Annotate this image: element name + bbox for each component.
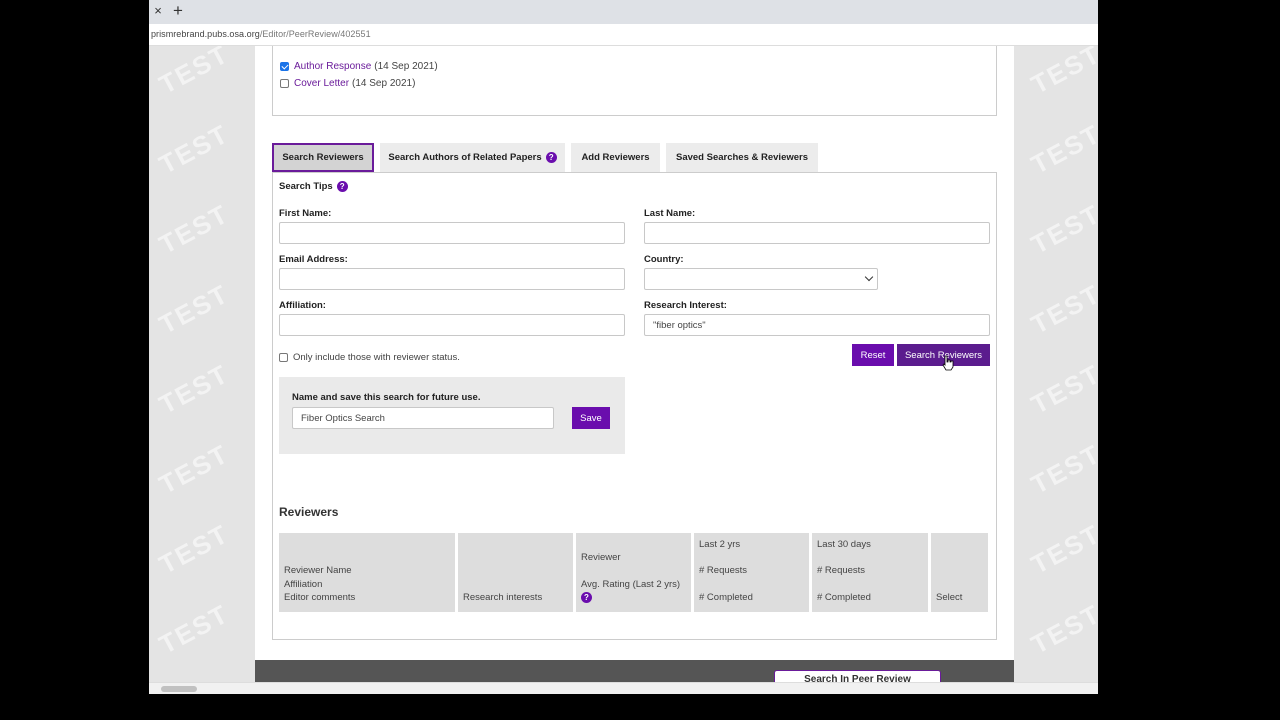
attachment-date: (14 Sep 2021) [352, 77, 416, 89]
search-reviewers-panel: Search Tips ? First Name: Last Name: Ema… [272, 172, 997, 640]
page-viewport: TEST TEST TEST TEST TEST TEST TEST TEST … [149, 46, 1098, 682]
attachments-box: Author Response (14 Sep 2021) Cover Lett… [272, 46, 997, 116]
watermark-text: TEST [1026, 118, 1098, 180]
save-search-box: Name and save this search for future use… [279, 377, 625, 454]
email-label: Email Address: [279, 254, 348, 265]
attachment-row: Cover Letter (14 Sep 2021) [280, 76, 415, 90]
watermark-text: TEST [1026, 518, 1098, 580]
column-header-text: Last 30 days [817, 539, 871, 550]
watermark-text: TEST [1026, 46, 1098, 100]
tab-saved-searches[interactable]: Saved Searches & Reviewers [666, 143, 818, 172]
footer-bar: Search In Peer Review [255, 660, 1014, 682]
search-tips[interactable]: Search Tips ? [279, 181, 348, 192]
column-header-text: # Requests [699, 565, 748, 576]
research-interest-input[interactable]: "fiber optics" [644, 314, 990, 336]
affiliation-label: Affiliation: [279, 300, 326, 311]
watermark-text: TEST [154, 358, 234, 420]
column-header-text: Editor comments [284, 592, 356, 603]
column-header-research-interests: Research interests [458, 533, 573, 612]
reset-button[interactable]: Reset [852, 344, 894, 366]
address-bar[interactable]: prismrebrand.pubs.osa.org/Editor/PeerRev… [149, 24, 1098, 46]
tab-saved-searches-label: Saved Searches & Reviewers [675, 152, 809, 163]
attachment-link-author-response[interactable]: Author Response [294, 61, 371, 72]
search-in-peer-review-button[interactable]: Search In Peer Review [774, 670, 941, 682]
country-label: Country: [644, 254, 684, 265]
close-tab-icon[interactable]: × [151, 3, 165, 21]
url-text[interactable]: prismrebrand.pubs.osa.org/Editor/PeerRev… [151, 29, 371, 39]
search-tips-label: Search Tips [279, 181, 333, 192]
attachment-link-cover-letter[interactable]: Cover Letter [294, 78, 349, 89]
tab-add-reviewers[interactable]: Add Reviewers [571, 143, 660, 172]
watermark-text: TEST [154, 46, 234, 100]
attachment-date: (14 Sep 2021) [374, 60, 438, 72]
watermark-text: TEST [154, 278, 234, 340]
scrollbar-thumb[interactable] [161, 686, 197, 692]
watermark-text: TEST [1026, 198, 1098, 260]
affiliation-input[interactable] [279, 314, 625, 336]
watermark-text: TEST [154, 518, 234, 580]
browser-window: × + prismrebrand.pubs.osa.org/Editor/Pee… [149, 0, 1098, 694]
last-name-input[interactable] [644, 222, 990, 244]
save-search-input[interactable]: Fiber Optics Search [292, 407, 554, 429]
watermark-text: TEST [1026, 278, 1098, 340]
url-host: prismrebrand.pubs.osa.org [151, 29, 260, 39]
tab-add-reviewers-label: Add Reviewers [581, 152, 650, 163]
research-interest-label: Research Interest: [644, 300, 727, 311]
watermark-text: TEST [1026, 598, 1098, 660]
help-icon[interactable]: ? [336, 181, 348, 192]
first-name-label: First Name: [279, 208, 332, 219]
country-select[interactable] [644, 268, 878, 290]
column-header-last-30-days: Last 30 days # Requests # Completed [812, 533, 928, 612]
attachment-row: Author Response (14 Sep 2021) [280, 59, 438, 73]
column-header-text: Reviewer Name [284, 565, 352, 576]
watermark-text: TEST [154, 118, 234, 180]
watermark-text: TEST [1026, 358, 1098, 420]
page-content: Author Response (14 Sep 2021) Cover Lett… [255, 46, 1014, 682]
help-icon[interactable]: ? [581, 592, 592, 603]
column-header-select: Select [931, 533, 988, 612]
tab-search-reviewers[interactable]: Search Reviewers [272, 143, 374, 172]
url-path: /Editor/PeerReview/402551 [259, 29, 371, 39]
help-icon[interactable]: ? [545, 152, 557, 163]
chevron-down-icon [864, 272, 874, 282]
email-input[interactable] [279, 268, 625, 290]
reviewer-status-checkbox[interactable] [279, 352, 288, 362]
save-button[interactable]: Save [572, 407, 610, 429]
screen: × + prismrebrand.pubs.osa.org/Editor/Pee… [0, 0, 1280, 720]
column-header-text: Last 2 yrs [699, 539, 741, 550]
column-header-text: Research interests [463, 592, 543, 603]
column-header-text: # Completed [817, 592, 871, 603]
save-search-title: Name and save this search for future use… [292, 392, 481, 403]
reviewers-title: Reviewers [279, 505, 339, 519]
tab-search-reviewers-label: Search Reviewers [282, 152, 364, 163]
column-header-last-2-yrs: Last 2 yrs # Requests # Completed [694, 533, 809, 612]
column-header-text: Select [936, 592, 963, 603]
last-name-label: Last Name: [644, 208, 696, 219]
tab-search-authors[interactable]: Search Authors of Related Papers ? [380, 143, 565, 172]
watermark-text: TEST [154, 198, 234, 260]
tab-bar: × + [149, 0, 1098, 24]
column-header-text: Affiliation [284, 579, 323, 590]
column-header-text: # Completed [699, 592, 753, 603]
column-header-text: Reviewer [581, 552, 621, 563]
tab-search-authors-label: Search Authors of Related Papers [388, 152, 542, 163]
attachment-checkbox-cover-letter[interactable] [280, 78, 289, 88]
column-header-reviewer-name: Reviewer Name Affiliation Editor comment… [279, 533, 455, 612]
reviewer-status-label: Only include those with reviewer status. [293, 351, 460, 363]
column-header-avg-rating: Reviewer Avg. Rating (Last 2 yrs) ? [576, 533, 691, 612]
hand-cursor-icon [942, 355, 954, 371]
watermark-text: TEST [1026, 438, 1098, 500]
watermark-text: TEST [154, 598, 234, 660]
column-header-text: Avg. Rating (Last 2 yrs) [581, 579, 681, 590]
new-tab-icon[interactable]: + [173, 1, 187, 21]
horizontal-scrollbar[interactable] [149, 682, 1098, 694]
reviewer-status-option: Only include those with reviewer status. [279, 350, 460, 364]
first-name-input[interactable] [279, 222, 625, 244]
attachment-checkbox-author-response[interactable] [280, 61, 289, 71]
column-header-text: # Requests [817, 565, 866, 576]
watermark-text: TEST [154, 438, 234, 500]
